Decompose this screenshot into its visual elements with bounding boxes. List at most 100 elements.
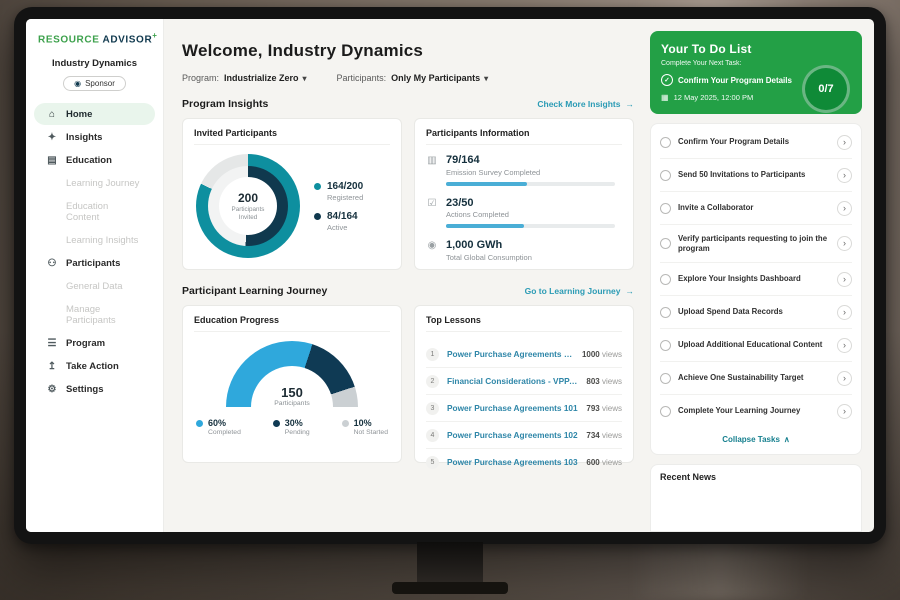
sidebar-item-program[interactable]: ☰ Program — [34, 332, 155, 354]
sidebar-item-learning-insights[interactable]: Learning Insights — [34, 229, 155, 251]
sidebar-item-general-data[interactable]: General Data — [34, 275, 155, 297]
donut-center-label: Participants Invited — [226, 206, 270, 222]
sidebar-item-label: Education — [66, 155, 112, 166]
program-dropdown[interactable]: Industrialize Zero ▾ — [224, 73, 307, 83]
lesson-rank: 4 — [426, 429, 439, 442]
todo-column: Your To Do List Complete Your Next Task:… — [648, 19, 874, 532]
arrow-right-icon: → — [626, 99, 635, 109]
task-label: Invite a Collaborator — [678, 203, 830, 213]
emission-survey-icon: ▥ — [426, 155, 438, 186]
info-value: 1,000 GWh — [446, 239, 622, 251]
donut-legend: 164/200 Registered 84/164 Active — [314, 172, 363, 241]
chevron-right-icon[interactable]: › — [837, 168, 852, 183]
home-icon: ⌂ — [46, 109, 58, 120]
task-item[interactable]: Upload Additional Educational Content › — [660, 329, 852, 362]
gauge-legend: 60% Completed 30% Pending — [194, 418, 390, 436]
chevron-right-icon[interactable]: › — [837, 201, 852, 216]
task-item[interactable]: Achieve One Sustainability Target › — [660, 362, 852, 395]
chevron-right-icon[interactable]: › — [837, 272, 852, 287]
legend-dot — [342, 420, 349, 427]
program-filter: Program: Industrialize Zero ▾ — [182, 73, 307, 83]
collapse-tasks-label: Collapse Tasks — [722, 435, 780, 444]
chevron-down-icon: ▾ — [484, 74, 488, 83]
chevron-down-icon: ▾ — [303, 74, 307, 83]
task-item[interactable]: Confirm Your Program Details › — [660, 126, 852, 159]
legend-dot — [314, 183, 321, 190]
sidebar-item-label: Manage Participants — [66, 304, 143, 326]
check-icon: ✓ — [661, 74, 673, 86]
lesson-link[interactable]: Power Purchase Agreements 101 — [447, 349, 574, 359]
task-item[interactable]: Verify participants requesting to join t… — [660, 225, 852, 263]
task-label: Upload Spend Data Records — [678, 307, 830, 317]
section-title: Program Insights — [182, 98, 268, 110]
task-item[interactable]: Explore Your Insights Dashboard › — [660, 263, 852, 296]
sidebar-item-insights[interactable]: ✦ Insights — [34, 126, 155, 148]
chevron-right-icon[interactable]: › — [837, 338, 852, 353]
page-title: Welcome, Industry Dynamics — [182, 41, 634, 61]
task-checkbox[interactable] — [660, 238, 671, 249]
task-checkbox[interactable] — [660, 373, 671, 384]
recent-news-title: Recent News — [660, 472, 716, 482]
lesson-link[interactable]: Power Purchase Agreements 103 — [447, 457, 578, 467]
info-label: Emission Survey Completed — [446, 168, 622, 177]
sidebar-item-manage-participants[interactable]: Manage Participants — [34, 298, 155, 331]
lesson-row[interactable]: 1 Power Purchase Agreements 101 1000 vie… — [426, 341, 622, 368]
location-pin-icon: ◉ — [426, 240, 438, 262]
task-checkbox[interactable] — [660, 203, 671, 214]
sidebar-item-education[interactable]: ▤ Education — [34, 149, 155, 171]
task-item[interactable]: Complete Your Learning Journey › — [660, 395, 852, 427]
take-action-icon: ↥ — [46, 361, 58, 372]
sidebar-item-label: Take Action — [66, 361, 119, 372]
collapse-tasks-button[interactable]: Collapse Tasks ∧ — [660, 427, 852, 452]
chevron-right-icon[interactable]: › — [837, 404, 852, 419]
sidebar-item-learning-journey[interactable]: Learning Journey — [34, 172, 155, 194]
sidebar-item-home[interactable]: ⌂ Home — [34, 103, 155, 125]
card-title: Top Lessons — [426, 315, 622, 332]
donut-center-value: 200 — [238, 191, 258, 205]
task-label: Explore Your Insights Dashboard — [678, 274, 830, 284]
task-checkbox[interactable] — [660, 307, 671, 318]
sidebar-item-education-content[interactable]: Education Content — [34, 195, 155, 228]
lesson-row[interactable]: 4 Power Purchase Agreements 102 734 view… — [426, 422, 622, 449]
lesson-row[interactable]: 2 Financial Considerations - VPPAs 803 v… — [426, 368, 622, 395]
sidebar-item-participants[interactable]: ⚇ Participants — [34, 252, 155, 274]
learning-journey-header: Participant Learning Journey Go to Learn… — [182, 285, 634, 297]
logo-advisor: ADVISOR — [103, 34, 153, 45]
lesson-rank: 5 — [426, 456, 439, 469]
legend-dot — [196, 420, 203, 427]
education-progress-gauge: 150 Participants — [226, 341, 358, 407]
lesson-link[interactable]: Financial Considerations - VPPAs — [447, 376, 578, 386]
chevron-right-icon[interactable]: › — [837, 305, 852, 320]
sponsor-badge[interactable]: ◉ Sponsor — [63, 76, 126, 91]
task-checkbox[interactable] — [660, 340, 671, 351]
legend-value: 164/200 — [327, 181, 363, 192]
invited-participants-donut: 200 Participants Invited — [196, 154, 300, 258]
info-value: 79/164 — [446, 154, 622, 166]
lesson-row[interactable]: 3 Power Purchase Agreements 101 793 view… — [426, 395, 622, 422]
task-checkbox[interactable] — [660, 274, 671, 285]
chevron-right-icon[interactable]: › — [837, 371, 852, 386]
settings-gear-icon: ⚙ — [46, 384, 58, 395]
chevron-up-icon: ∧ — [784, 435, 790, 444]
task-item[interactable]: Send 50 Invitations to Participants › — [660, 159, 852, 192]
task-item[interactable]: Upload Spend Data Records › — [660, 296, 852, 329]
go-to-learning-journey-link[interactable]: Go to Learning Journey → — [525, 286, 634, 296]
sidebar-item-take-action[interactable]: ↥ Take Action — [34, 355, 155, 377]
task-checkbox[interactable] — [660, 170, 671, 181]
todo-next-task[interactable]: ✓ Confirm Your Program Details — [661, 74, 801, 86]
legend-item-registered: 164/200 Registered — [314, 181, 363, 202]
lesson-views: 600 views — [586, 458, 622, 467]
legend-item-not-started: 10% Not Started — [342, 418, 388, 436]
task-checkbox[interactable] — [660, 406, 671, 417]
chevron-right-icon[interactable]: › — [837, 236, 852, 251]
task-item[interactable]: Invite a Collaborator › — [660, 192, 852, 225]
lesson-row[interactable]: 5 Power Purchase Agreements 103 600 view… — [426, 449, 622, 475]
lesson-link[interactable]: Power Purchase Agreements 101 — [447, 403, 578, 413]
chevron-right-icon[interactable]: › — [837, 135, 852, 150]
participants-dropdown[interactable]: Only My Participants ▾ — [391, 73, 488, 83]
check-more-insights-link[interactable]: Check More Insights → — [537, 99, 634, 109]
task-checkbox[interactable] — [660, 137, 671, 148]
lesson-link[interactable]: Power Purchase Agreements 102 — [447, 430, 578, 440]
card-title: Invited Participants — [194, 128, 390, 145]
sidebar-item-settings[interactable]: ⚙ Settings — [34, 378, 155, 400]
